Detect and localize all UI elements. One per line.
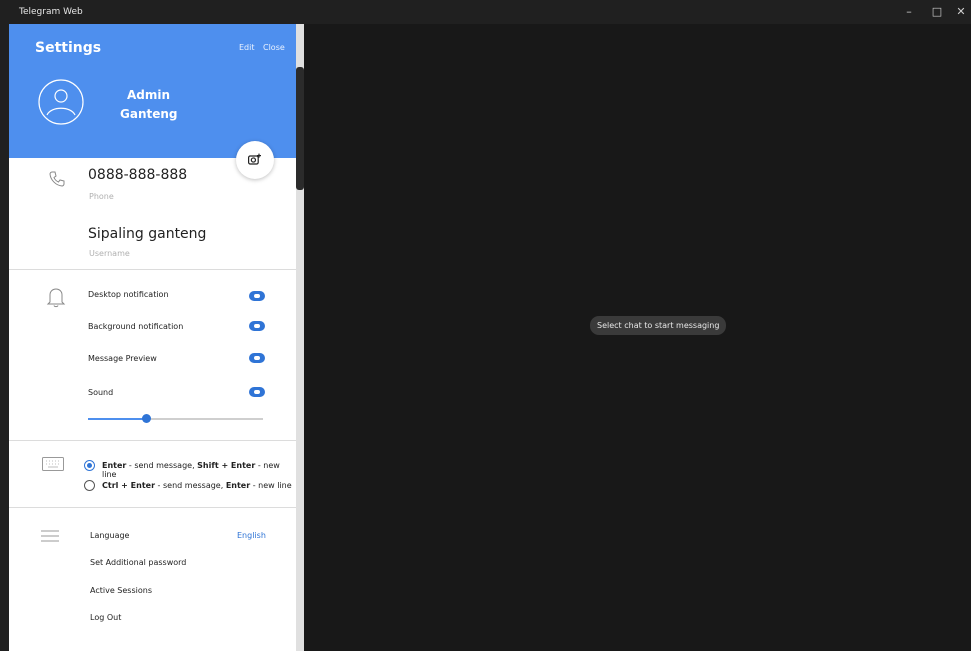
key-enter: Enter bbox=[225, 481, 251, 490]
divider bbox=[9, 269, 296, 270]
background-notification-toggle[interactable] bbox=[249, 321, 265, 331]
scrollbar-thumb[interactable] bbox=[296, 67, 304, 190]
send-ctrl-enter-option[interactable]: Ctrl + Enter - send message, Enter - new… bbox=[102, 481, 292, 490]
edit-button[interactable]: Edit bbox=[239, 43, 255, 52]
chat-area: Select chat to start messaging bbox=[304, 24, 971, 651]
minimize-icon[interactable]: – bbox=[899, 2, 919, 22]
message-preview-toggle[interactable] bbox=[249, 353, 265, 363]
window-title: Telegram Web bbox=[19, 7, 83, 17]
profile-name-line2: Ganteng bbox=[120, 107, 178, 121]
title-bar: Telegram Web – □ ✕ bbox=[0, 0, 971, 24]
app-window: Telegram Web – □ ✕ Settings Edit Close A… bbox=[0, 0, 971, 651]
option-text: - new line bbox=[250, 481, 292, 490]
option-text: - send message, bbox=[126, 461, 198, 470]
active-sessions-item[interactable]: Active Sessions bbox=[90, 586, 152, 595]
key-enter: Enter bbox=[102, 461, 127, 470]
sound-label: Sound bbox=[88, 388, 114, 397]
set-password-item[interactable]: Set Additional password bbox=[90, 558, 186, 567]
settings-header: Settings Edit Close Admin Ganteng bbox=[9, 24, 296, 158]
avatar-icon[interactable] bbox=[38, 79, 84, 125]
menu-icon bbox=[41, 530, 59, 542]
key-shift-enter: Shift + Enter bbox=[197, 461, 256, 470]
desktop-notification-label: Desktop notification bbox=[88, 290, 169, 299]
message-preview-label: Message Preview bbox=[88, 354, 157, 363]
phone-icon bbox=[49, 171, 65, 187]
sound-toggle[interactable] bbox=[249, 387, 265, 397]
language-value[interactable]: English bbox=[237, 531, 266, 540]
phone-number: 0888-888-888 bbox=[88, 167, 188, 183]
settings-title: Settings bbox=[35, 40, 102, 56]
keyboard-icon bbox=[42, 457, 64, 471]
log-out-item[interactable]: Log Out bbox=[90, 613, 121, 622]
close-button[interactable]: Close bbox=[263, 43, 285, 52]
send-enter-radio[interactable] bbox=[84, 460, 95, 471]
settings-panel: Settings Edit Close Admin Ganteng 0888-8… bbox=[9, 24, 296, 651]
desktop-notification-toggle[interactable] bbox=[249, 291, 265, 301]
language-label[interactable]: Language bbox=[90, 531, 129, 540]
username-label: Username bbox=[89, 249, 130, 258]
key-ctrl-enter: Ctrl + Enter bbox=[102, 481, 156, 490]
volume-slider-fill bbox=[88, 418, 146, 420]
send-ctrl-enter-radio[interactable] bbox=[84, 480, 95, 491]
background-notification-label: Background notification bbox=[88, 322, 184, 331]
add-photo-icon bbox=[248, 153, 261, 165]
window-frame-left bbox=[0, 24, 9, 651]
empty-chat-message: Select chat to start messaging bbox=[590, 316, 727, 335]
volume-slider[interactable] bbox=[88, 414, 263, 423]
change-photo-button[interactable] bbox=[236, 141, 274, 179]
maximize-icon[interactable]: □ bbox=[927, 2, 947, 22]
username[interactable]: Sipaling ganteng bbox=[88, 226, 206, 242]
bell-icon bbox=[46, 288, 66, 308]
divider bbox=[9, 507, 296, 508]
divider bbox=[9, 440, 296, 441]
close-window-icon[interactable]: ✕ bbox=[951, 2, 971, 22]
option-text: - send message, bbox=[155, 481, 226, 490]
profile-name-line1: Admin bbox=[127, 88, 171, 102]
volume-slider-handle[interactable] bbox=[142, 414, 151, 423]
phone-label: Phone bbox=[89, 192, 114, 201]
send-enter-option[interactable]: Enter - send message, Shift + Enter - ne… bbox=[102, 461, 296, 479]
